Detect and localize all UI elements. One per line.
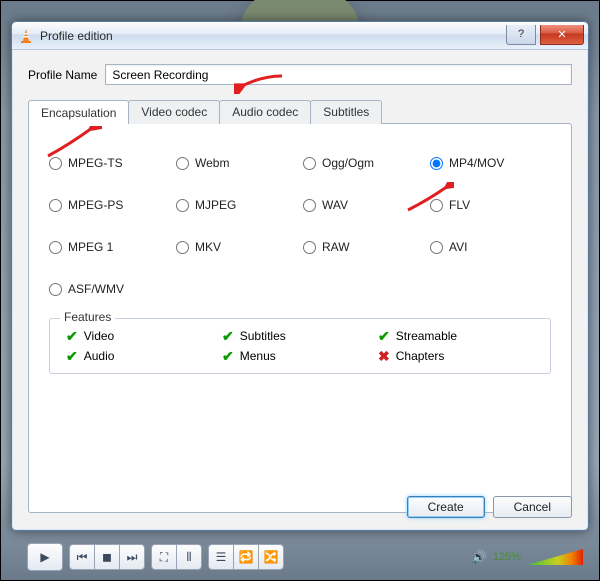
close-icon: ✕ bbox=[557, 28, 566, 41]
format-label: AVI bbox=[449, 240, 467, 254]
shuffle-button[interactable]: 🔀 bbox=[258, 544, 284, 570]
create-button[interactable]: Create bbox=[407, 496, 485, 518]
help-button[interactable]: ? bbox=[506, 25, 536, 45]
format-label: MPEG-PS bbox=[68, 198, 123, 212]
format-radio[interactable] bbox=[303, 241, 316, 254]
format-label: MPEG 1 bbox=[68, 240, 113, 254]
volume-label: 125% bbox=[493, 551, 521, 563]
playlist-button[interactable]: ☰ bbox=[208, 544, 234, 570]
equalizer-icon: ⫴ bbox=[186, 550, 191, 565]
titlebar[interactable]: Profile edition ? ✕ bbox=[12, 22, 588, 50]
feature-item: ✖ Chapters bbox=[378, 349, 534, 363]
help-icon: ? bbox=[518, 28, 524, 40]
format-option[interactable]: MPEG 1 bbox=[49, 240, 170, 254]
check-icon: ✔ bbox=[222, 349, 234, 363]
check-icon: ✔ bbox=[378, 329, 390, 343]
format-radio[interactable] bbox=[49, 241, 62, 254]
profile-edition-dialog: Profile edition ? ✕ Profile Name Encapsu… bbox=[11, 21, 589, 531]
tab-video-codec[interactable]: Video codec bbox=[128, 100, 220, 124]
format-option[interactable]: MP4/MOV bbox=[430, 156, 551, 170]
ext-settings-button[interactable]: ⫴ bbox=[176, 544, 202, 570]
format-label: MJPEG bbox=[195, 198, 236, 212]
features-group: Features ✔Video✔Subtitles✔Streamable✔Aud… bbox=[49, 318, 551, 374]
skip-back-icon: ⏮ bbox=[77, 550, 88, 565]
check-icon: ✔ bbox=[66, 329, 78, 343]
format-label: RAW bbox=[322, 240, 350, 254]
format-radio[interactable] bbox=[49, 157, 62, 170]
format-option[interactable]: MKV bbox=[176, 240, 297, 254]
format-radio[interactable] bbox=[49, 199, 62, 212]
fullscreen-icon: ⛶ bbox=[160, 550, 168, 565]
loop-button[interactable]: 🔁 bbox=[233, 544, 259, 570]
format-radio[interactable] bbox=[430, 241, 443, 254]
tab-strip: Encapsulation Video codec Audio codec Su… bbox=[28, 100, 572, 124]
loop-icon: 🔁 bbox=[239, 550, 254, 564]
vlc-cone-icon bbox=[18, 28, 34, 44]
profile-name-input[interactable] bbox=[105, 64, 572, 85]
format-label: MPEG-TS bbox=[68, 156, 123, 170]
format-option[interactable]: ASF/WMV bbox=[49, 282, 170, 296]
shuffle-icon: 🔀 bbox=[264, 550, 279, 564]
format-label: ASF/WMV bbox=[68, 282, 124, 296]
format-option[interactable]: FLV bbox=[430, 198, 551, 212]
format-option[interactable]: Webm bbox=[176, 156, 297, 170]
features-legend: Features bbox=[60, 310, 115, 324]
feature-label: Video bbox=[84, 329, 114, 343]
fullscreen-button[interactable]: ⛶ bbox=[151, 544, 177, 570]
format-radio[interactable] bbox=[303, 157, 316, 170]
format-label: WAV bbox=[322, 198, 348, 212]
format-label: FLV bbox=[449, 198, 470, 212]
feature-item: ✔ Streamable bbox=[378, 329, 534, 343]
format-radio[interactable] bbox=[49, 283, 62, 296]
tab-encapsulation[interactable]: Encapsulation bbox=[28, 100, 129, 124]
format-radio[interactable] bbox=[176, 241, 189, 254]
playlist-icon: ☰ bbox=[216, 550, 227, 564]
format-option[interactable]: MPEG-PS bbox=[49, 198, 170, 212]
format-label: MKV bbox=[195, 240, 221, 254]
format-label: Ogg/Ogm bbox=[322, 156, 374, 170]
feature-label: Streamable bbox=[396, 329, 457, 343]
feature-item: ✔ Video bbox=[66, 329, 222, 343]
format-label: MP4/MOV bbox=[449, 156, 504, 170]
feature-label: Audio bbox=[84, 349, 115, 363]
format-option[interactable]: MPEG-TS bbox=[49, 156, 170, 170]
format-option[interactable]: WAV bbox=[303, 198, 424, 212]
check-icon: ✔ bbox=[222, 329, 234, 343]
tab-audio-codec[interactable]: Audio codec bbox=[219, 100, 311, 124]
feature-label: Menus bbox=[240, 349, 276, 363]
check-icon: ✔ bbox=[66, 349, 78, 363]
format-label: Webm bbox=[195, 156, 229, 170]
volume-slider[interactable] bbox=[527, 548, 583, 566]
format-radio[interactable] bbox=[430, 157, 443, 170]
tab-panel-encapsulation: MPEG-TS Webm Ogg/Ogm MP4/MOV MPEG-PS MJPEG WAV… bbox=[28, 123, 572, 513]
close-button[interactable]: ✕ bbox=[540, 25, 584, 45]
play-button[interactable]: ▶ bbox=[27, 543, 63, 571]
speaker-icon[interactable]: 🔊 bbox=[472, 550, 487, 564]
stop-icon: ◼ bbox=[102, 550, 112, 564]
window-title: Profile edition bbox=[40, 29, 506, 43]
format-option[interactable]: Ogg/Ogm bbox=[303, 156, 424, 170]
stop-button[interactable]: ◼ bbox=[94, 544, 120, 570]
player-toolbar: ▶ ⏮ ◼ ⏭ ⛶ ⫴ ☰ 🔁 🔀 🔊 125% bbox=[27, 542, 583, 572]
format-option[interactable]: RAW bbox=[303, 240, 424, 254]
prev-button[interactable]: ⏮ bbox=[69, 544, 95, 570]
feature-item: ✔ Menus bbox=[222, 349, 378, 363]
format-radio[interactable] bbox=[430, 199, 443, 212]
tab-subtitles[interactable]: Subtitles bbox=[310, 100, 382, 124]
feature-item: ✔ Subtitles bbox=[222, 329, 378, 343]
next-button[interactable]: ⏭ bbox=[119, 544, 145, 570]
x-icon: ✖ bbox=[378, 349, 390, 363]
feature-label: Chapters bbox=[396, 349, 445, 363]
format-radio[interactable] bbox=[176, 199, 189, 212]
format-option[interactable]: MJPEG bbox=[176, 198, 297, 212]
format-option[interactable]: AVI bbox=[430, 240, 551, 254]
profile-name-label: Profile Name bbox=[28, 68, 97, 82]
skip-forward-icon: ⏭ bbox=[127, 550, 138, 565]
cancel-button[interactable]: Cancel bbox=[493, 496, 572, 518]
format-radio[interactable] bbox=[303, 199, 316, 212]
format-radio[interactable] bbox=[176, 157, 189, 170]
feature-item: ✔ Audio bbox=[66, 349, 222, 363]
play-icon: ▶ bbox=[40, 550, 49, 564]
feature-label: Subtitles bbox=[240, 329, 286, 343]
